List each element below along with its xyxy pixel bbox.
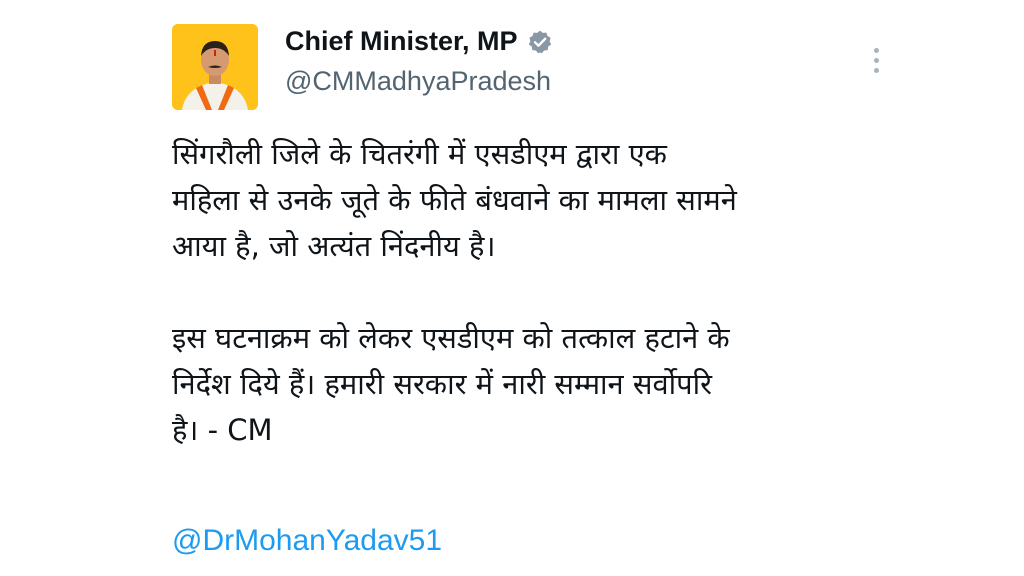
author-name-row: Chief Minister, MP bbox=[285, 26, 553, 57]
author-handle[interactable]: @CMMadhyaPradesh bbox=[285, 66, 551, 97]
avatar[interactable] bbox=[172, 24, 258, 110]
tweet-line: निर्देश दिये हैं। हमारी सरकार में नारी स… bbox=[172, 367, 712, 401]
author-display-name[interactable]: Chief Minister, MP bbox=[285, 26, 518, 57]
more-dot bbox=[873, 57, 879, 63]
tweet-paragraph: इस घटनाक्रम को लेकर एसडीएम को तत्काल हटा… bbox=[172, 315, 912, 453]
tweet-line: महिला से उनके जूते के फीते बंधवाने का मा… bbox=[172, 183, 737, 217]
tweet-card: Chief Minister, MP @CMMadhyaPradesh सिंग… bbox=[0, 0, 1024, 576]
more-options-icon[interactable] bbox=[862, 40, 890, 80]
tweet-line: आया है, जो अत्यंत निंदनीय है। bbox=[172, 229, 496, 263]
avatar-portrait-icon bbox=[172, 24, 258, 110]
mention-link[interactable]: @DrMohanYadav51 bbox=[172, 524, 442, 558]
more-dot bbox=[873, 67, 879, 73]
tweet-paragraph: सिंगरौली जिले के चितरंगी में एसडीएम द्वा… bbox=[172, 131, 912, 269]
verified-badge-icon bbox=[528, 30, 551, 53]
tweet-line: है। - CM bbox=[172, 413, 273, 447]
tweet-line: सिंगरौली जिले के चितरंगी में एसडीएम द्वा… bbox=[172, 137, 667, 171]
more-dot bbox=[873, 47, 879, 53]
tweet-line: इस घटनाक्रम को लेकर एसडीएम को तत्काल हटा… bbox=[172, 321, 730, 355]
tweet-text: सिंगरौली जिले के चितरंगी में एसडीएम द्वा… bbox=[172, 131, 912, 453]
